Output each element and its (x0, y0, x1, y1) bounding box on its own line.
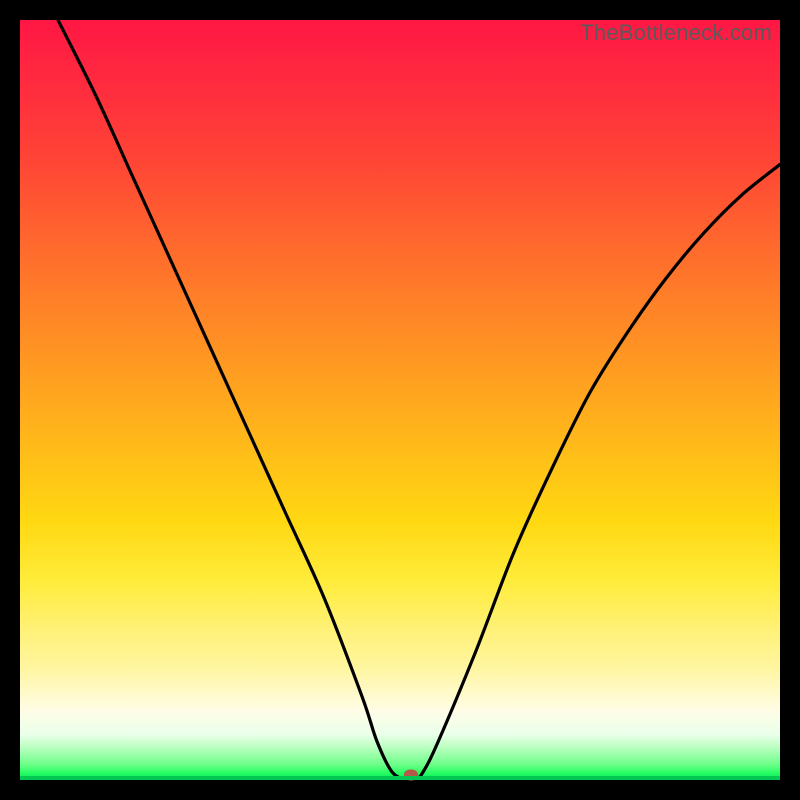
plot-area: TheBottleneck.com (20, 20, 780, 780)
green-baseline (20, 776, 780, 780)
bottleneck-curve (20, 20, 780, 780)
